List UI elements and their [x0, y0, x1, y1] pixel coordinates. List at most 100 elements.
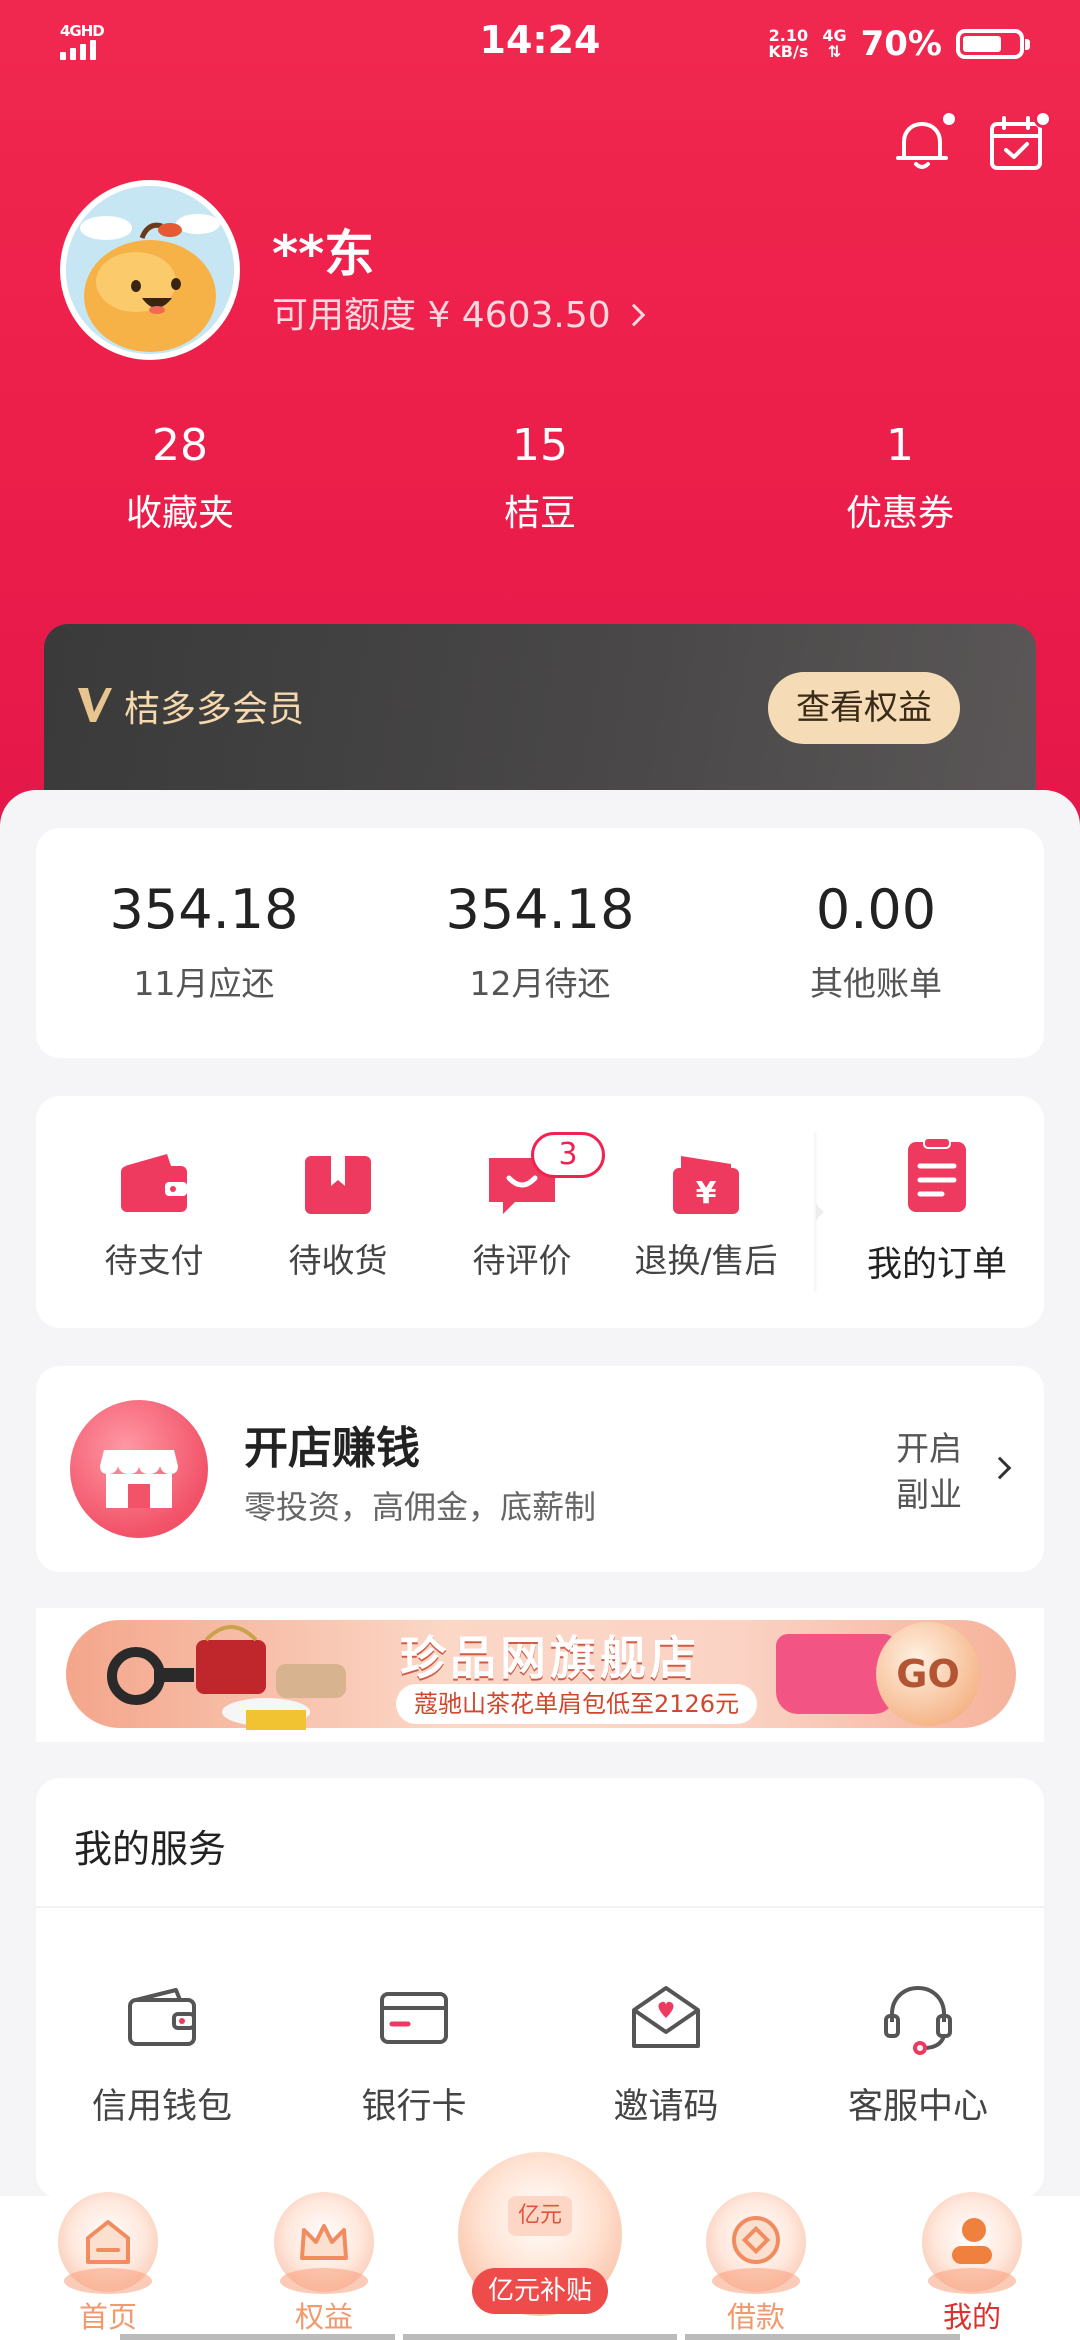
network-speed: 2.10 KB/s	[768, 28, 808, 60]
gesture-bar	[120, 2334, 961, 2340]
vip-title: 桔多多会员	[124, 689, 305, 730]
coin-icon	[706, 2192, 806, 2294]
bill-november[interactable]: 354.18 11月应还	[36, 828, 372, 1005]
bill-other[interactable]: 0.00 其他账单	[708, 828, 1044, 1005]
services-divider	[36, 1906, 1044, 1908]
bill-label: 其他账单	[810, 964, 942, 1003]
store-icon	[70, 1400, 208, 1538]
order-label: 待收货	[288, 1241, 388, 1280]
tab-home[interactable]: 首页	[38, 2192, 178, 2336]
data-arrows-icon: ⇅	[827, 42, 842, 61]
battery-icon	[956, 29, 1030, 59]
available-credit[interactable]: 可用额度 ¥ 4603.50	[272, 286, 646, 338]
vip-logo-icon	[78, 688, 112, 722]
comment-icon: 3	[485, 1132, 605, 1220]
stat-coupons[interactable]: 1 优惠券	[780, 420, 1020, 536]
tab-mine[interactable]: 我的	[902, 2192, 1042, 2336]
wallet-outline-icon	[122, 1978, 202, 2058]
available-credit-text: 可用额度 ¥ 4603.50	[272, 295, 611, 336]
bill-amount: 354.18	[445, 878, 635, 941]
home-icon	[58, 2192, 158, 2294]
banner-go-button[interactable]: GO	[876, 1622, 980, 1726]
order-list-icon	[900, 1136, 974, 1216]
service-bank-card[interactable]: 银行卡	[288, 1978, 540, 2129]
start-side-business-link[interactable]: 开启 副业	[896, 1426, 976, 1518]
status-bar: 4GHD 14:24 2.10 KB/s 4G ⇅ 70%	[0, 0, 1080, 84]
bank-card-icon	[374, 1978, 454, 2058]
subsidy-label: 亿元补贴	[472, 2268, 608, 2314]
promo-banner[interactable]: 珍品网旗舰店 蔻驰山茶花单肩包低至2126元 GO	[36, 1608, 1044, 1742]
bill-amount: 0.00	[815, 878, 937, 941]
calendar-dot	[1034, 110, 1052, 128]
service-label: 客服中心	[847, 2087, 988, 2127]
order-label: 退换/售后	[634, 1241, 778, 1280]
stat-value: 28	[152, 420, 208, 471]
orders-divider	[814, 1132, 824, 1292]
stat-favorites[interactable]: 28 收藏夹	[60, 420, 300, 536]
subsidy-coin: 亿元	[508, 2196, 572, 2236]
order-returns[interactable]: ¥ 退换/售后	[614, 1146, 798, 1282]
tab-loan[interactable]: 借款	[686, 2192, 826, 2336]
bell-icon[interactable]	[890, 110, 958, 176]
banner-title: 珍品网旗舰店	[400, 1631, 700, 1685]
service-label: 信用钱包	[91, 2087, 232, 2127]
service-label: 银行卡	[361, 2087, 467, 2127]
service-credit-wallet[interactable]: 信用钱包	[36, 1978, 288, 2129]
luxury-goods-image	[107, 1625, 346, 1730]
order-label: 待支付	[104, 1241, 204, 1280]
service-invite-code[interactable]: 邀请码	[540, 1978, 792, 2129]
notification-dot	[940, 110, 958, 128]
open-shop-card[interactable]: 开店赚钱 零投资，高佣金，底薪制 开启 副业	[36, 1366, 1044, 1572]
stat-label: 收藏夹	[125, 493, 234, 534]
tab-label: 我的	[942, 2300, 1001, 2334]
shop-title: 开店赚钱	[244, 1423, 420, 1474]
my-orders-label: 我的订单	[866, 1245, 1007, 1285]
order-pending-receipt[interactable]: 待收货	[246, 1146, 430, 1282]
service-customer-center[interactable]: 客服中心	[792, 1978, 1044, 2129]
shop-link-line1: 开启	[896, 1429, 962, 1468]
username: **东	[272, 225, 375, 283]
calendar-check-icon[interactable]	[984, 110, 1052, 176]
bill-label: 12月待还	[469, 964, 611, 1003]
order-label: 待评价	[472, 1241, 572, 1280]
bill-december[interactable]: 354.18 12月待还	[372, 828, 708, 1005]
my-orders-button[interactable]: 我的订单	[842, 1136, 1032, 1287]
profile-header: 4GHD 14:24 2.10 KB/s 4G ⇅ 70% **东 可用额度 ¥…	[0, 0, 1080, 830]
order-pending-payment[interactable]: 待支付	[62, 1146, 246, 1282]
view-benefits-button[interactable]: 查看权益	[768, 672, 960, 744]
package-icon	[301, 1146, 375, 1220]
chevron-right-icon	[622, 303, 646, 327]
review-count-badge: 3	[531, 1132, 605, 1178]
chevron-right-icon	[988, 1456, 1012, 1480]
svg-text:¥: ¥	[696, 1176, 717, 1211]
user-icon	[922, 2192, 1022, 2294]
stat-value: 1	[886, 420, 914, 471]
tab-subsidy[interactable]: 亿元 亿元补贴	[458, 2152, 622, 2328]
bill-amount: 354.18	[109, 878, 299, 941]
tab-label: 借款	[726, 2300, 785, 2334]
orders-card: 待支付 待收货 3 待评价 ¥ 退换/售后 我的订单	[36, 1096, 1044, 1328]
invite-envelope-icon	[626, 1978, 706, 2058]
shop-subtitle: 零投资，高佣金，底薪制	[244, 1488, 597, 1526]
bill-label: 11月应还	[133, 964, 275, 1003]
stat-beans[interactable]: 15 桔豆	[420, 420, 660, 536]
tab-label: 权益	[294, 2300, 353, 2334]
bills-card: 354.18 11月应还 354.18 12月待还 0.00 其他账单	[36, 828, 1044, 1058]
stat-label: 桔豆	[503, 493, 576, 534]
shop-link-line2: 副业	[896, 1475, 962, 1514]
status-right: 2.10 KB/s 4G ⇅ 70%	[768, 22, 1030, 66]
stat-label: 优惠券	[845, 493, 954, 534]
network-speed-unit: KB/s	[768, 42, 809, 61]
services-title: 我的服务	[74, 1827, 227, 1871]
cellular-indicator: 4G ⇅	[822, 28, 846, 60]
avatar[interactable]	[60, 180, 240, 360]
battery-percent: 70%	[860, 24, 942, 64]
tab-benefits[interactable]: 权益	[254, 2192, 394, 2336]
my-services-card: 我的服务 信用钱包 银行卡 邀请码 客服中心	[36, 1778, 1044, 2198]
headset-icon	[878, 1978, 958, 2058]
stat-value: 15	[512, 420, 568, 471]
order-pending-review[interactable]: 3 待评价	[430, 1132, 614, 1282]
banner-subtitle: 蔻驰山茶花单肩包低至2126元	[396, 1684, 758, 1724]
refund-icon: ¥	[669, 1146, 743, 1220]
bottom-navigation: 首页 权益 亿元 亿元补贴 借款 我的	[0, 2152, 1080, 2340]
